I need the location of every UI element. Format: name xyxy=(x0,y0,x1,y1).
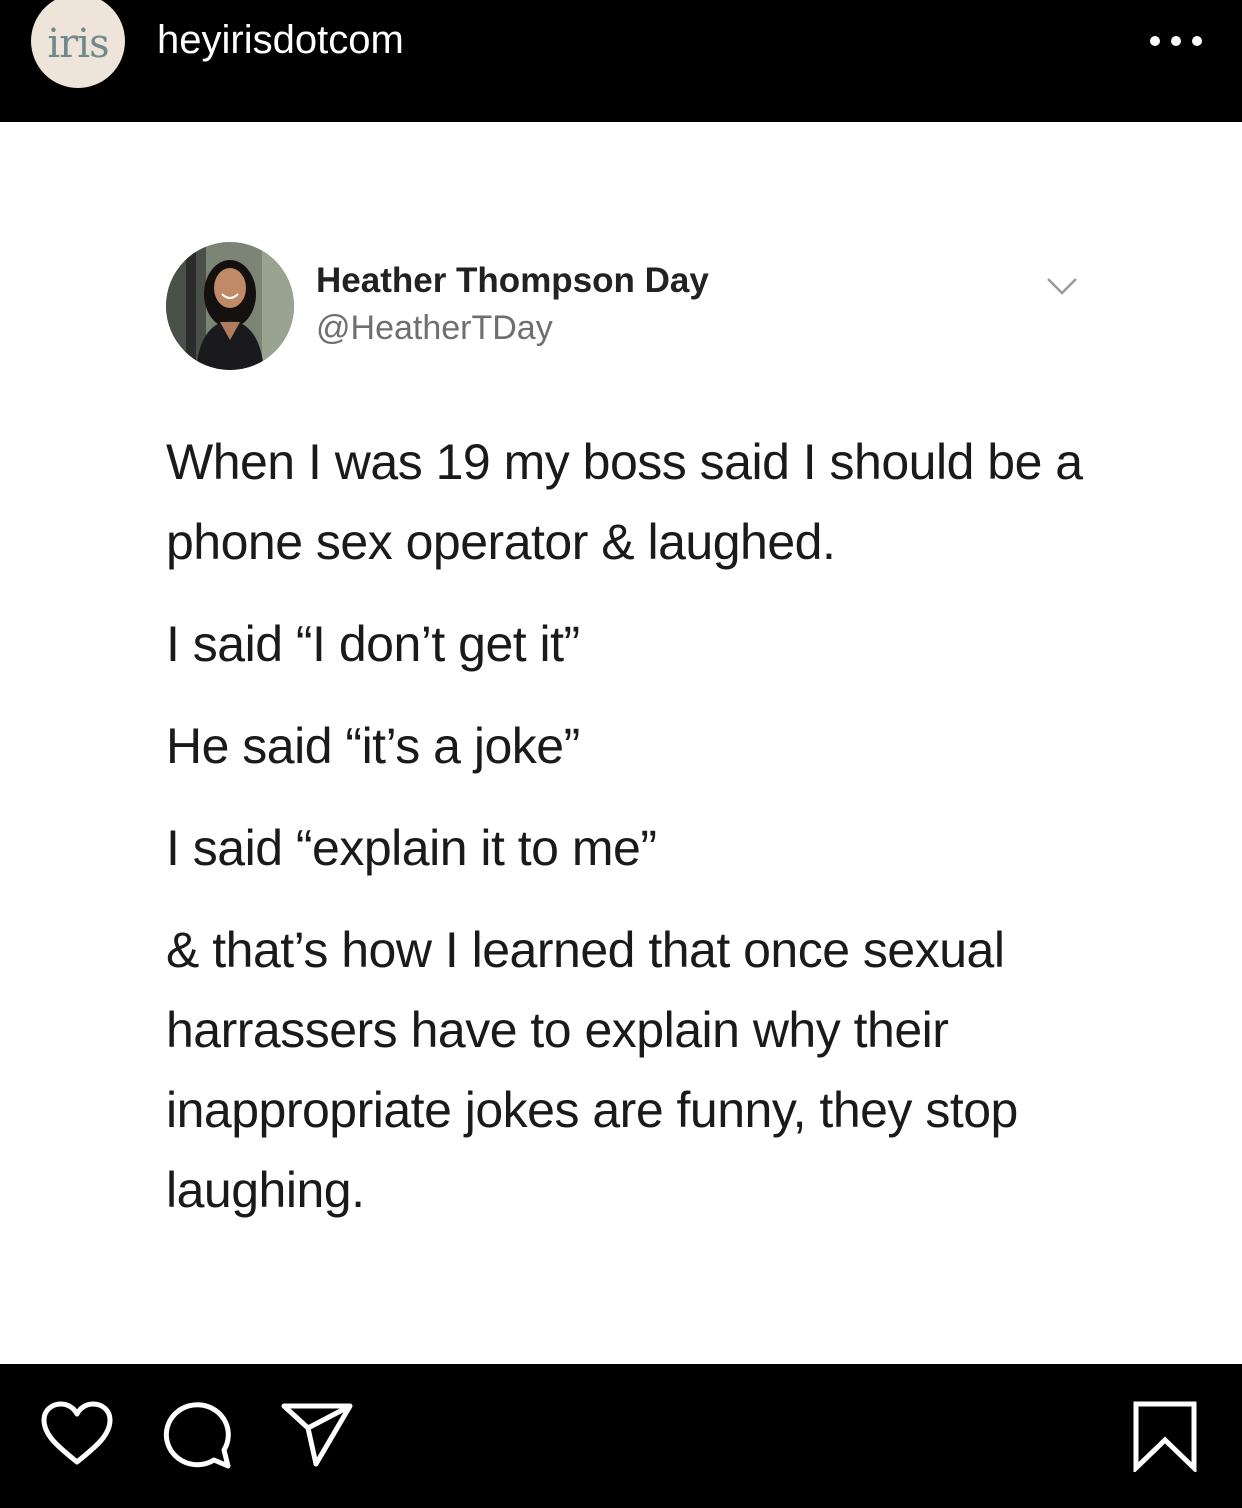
tweet-paragraph: I said “explain it to me” xyxy=(166,820,657,876)
avatar-logo-text: iris xyxy=(47,21,109,67)
more-options-icon[interactable] xyxy=(1150,30,1202,52)
tweet-paragraph: When I was 19 my boss said I should be a… xyxy=(166,434,1083,570)
chevron-down-icon xyxy=(1047,278,1077,295)
tweet-paragraph: & that’s how I learned that once sexual … xyxy=(166,922,1018,1218)
post-image: Heather Thompson Day @HeatherTDay When I… xyxy=(0,122,1242,1364)
tweet-body: When I was 19 my boss said I should be a… xyxy=(166,422,1126,1252)
username-link[interactable]: heyirisdotcom xyxy=(157,14,404,66)
tweet-paragraph: I said “I don’t get it” xyxy=(166,616,580,672)
bookmark-icon[interactable] xyxy=(1132,1400,1198,1472)
tweet-author-avatar xyxy=(166,242,294,370)
post-header: iris heyirisdotcom xyxy=(0,0,1242,122)
send-icon[interactable] xyxy=(280,1400,354,1468)
heart-icon[interactable] xyxy=(40,1400,114,1466)
post-action-bar xyxy=(0,1364,1242,1508)
tweet-paragraph: He said “it’s a joke” xyxy=(166,718,580,774)
tweet-display-name: Heather Thompson Day xyxy=(316,261,709,300)
tweet-handle: @HeatherTDay xyxy=(316,309,553,347)
instagram-post-screen: iris heyirisdotcom Heather Thompson Day … xyxy=(0,0,1242,1508)
comment-icon[interactable] xyxy=(162,1398,234,1470)
profile-avatar[interactable]: iris xyxy=(31,0,125,88)
